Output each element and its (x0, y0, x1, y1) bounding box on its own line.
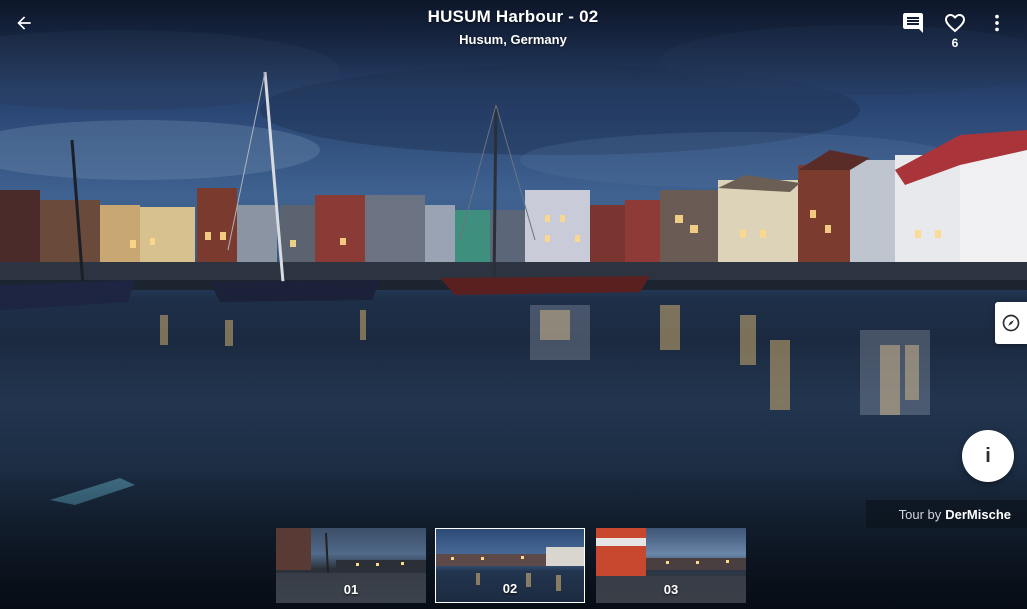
thumbnail-label: 02 (502, 581, 518, 596)
like-count: 6 (951, 36, 959, 50)
scene-thumbnail-03[interactable]: 03 (596, 528, 746, 603)
thumbnail-label: 03 (663, 582, 679, 597)
compass-button[interactable] (995, 302, 1027, 344)
tour-author-link[interactable]: DerMische (945, 507, 1011, 522)
panorama-viewer[interactable]: HUSUM Harbour - 02 Husum, Germany 6 i To… (0, 0, 1027, 609)
heart-outline-icon (945, 14, 965, 33)
scene-location: Husum, Germany (459, 32, 567, 47)
comment-button[interactable] (900, 10, 926, 36)
arrow-left-icon (17, 16, 31, 30)
thumbnail-label: 01 (343, 582, 359, 597)
scene-thumbnail-01[interactable]: 01 (276, 528, 426, 603)
more-options-button[interactable] (986, 10, 1008, 36)
compass-icon (1002, 314, 1020, 332)
like-button[interactable] (942, 10, 968, 36)
tour-credit[interactable]: Tour by DerMische (866, 500, 1027, 528)
scene-title: HUSUM Harbour - 02 (427, 7, 599, 26)
more-vertical-icon (995, 14, 999, 32)
scene-thumbnail-strip: 01 02 03 (276, 528, 746, 603)
scene-thumbnail-02[interactable]: 02 (435, 528, 585, 603)
title-block: HUSUM Harbour - 02 Husum, Germany (313, 6, 713, 49)
info-icon: i (985, 444, 991, 467)
comment-icon (903, 13, 923, 33)
info-button[interactable]: i (962, 430, 1014, 482)
tour-credit-prefix: Tour by (898, 506, 942, 522)
back-button[interactable] (10, 9, 38, 37)
